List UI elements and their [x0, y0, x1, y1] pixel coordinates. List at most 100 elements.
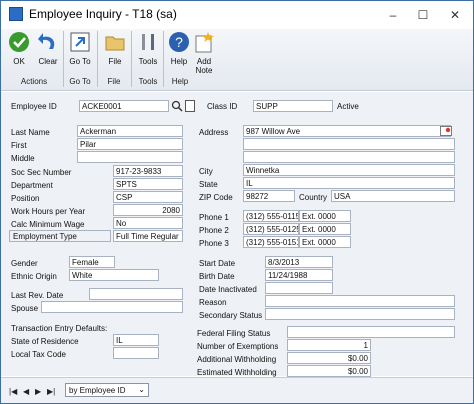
form-content: Employee ID ACKE0001 Class ID SUPP Activ… — [1, 92, 473, 377]
tools-button[interactable]: Tools — [135, 31, 161, 66]
previous-record-button[interactable]: ◀ — [23, 387, 29, 396]
last-record-button[interactable]: ▶| — [47, 387, 55, 396]
birth-date-field[interactable]: 11/24/1988 — [265, 269, 333, 281]
group-file-label: File — [107, 77, 121, 86]
group-goto-label: Go To — [69, 77, 91, 86]
tools-label: Tools — [138, 57, 158, 66]
clear-button[interactable]: Clear — [35, 31, 61, 66]
title-bar: Employee Inquiry - T18 (sa) – ☐ ✕ — [1, 1, 473, 29]
window-title: Employee Inquiry - T18 (sa) — [29, 7, 177, 21]
checkmark-icon — [9, 32, 29, 52]
ethnic-origin-field[interactable]: White — [69, 269, 159, 281]
first-name-field[interactable]: Pilar — [77, 138, 183, 150]
state-field[interactable]: IL — [243, 177, 455, 189]
phone1-label: Phone 1 — [199, 213, 229, 222]
last-rev-date-field[interactable] — [89, 288, 183, 300]
address-line3-field[interactable] — [243, 151, 455, 163]
first-label: First — [11, 141, 27, 150]
position-field[interactable]: CSP — [113, 191, 183, 203]
ribbon-separator — [163, 31, 164, 87]
work-hours-field[interactable]: 2080 — [113, 204, 183, 216]
goto-button[interactable]: Go To — [67, 31, 93, 66]
ribbon-separator — [63, 31, 64, 87]
help-button[interactable]: ? Help — [167, 31, 191, 66]
state-label: State — [199, 180, 218, 189]
country-label: Country — [299, 193, 328, 202]
address-map-icon[interactable] — [440, 126, 452, 136]
employment-type-label[interactable]: Employment Type — [9, 230, 111, 242]
estimated-withholding-field[interactable]: $0.00 — [287, 365, 371, 377]
undo-arrow-icon — [38, 33, 55, 49]
calc-min-wage-field[interactable]: No — [113, 217, 183, 229]
ssn-field[interactable]: 917-23-9833 — [113, 165, 183, 177]
help-label: Help — [170, 57, 188, 66]
address-label: Address — [199, 128, 229, 137]
exemptions-field[interactable]: 1 — [287, 339, 371, 351]
group-actions-label: Actions — [20, 77, 48, 86]
city-label: City — [199, 167, 213, 176]
maximize-button[interactable]: ☐ — [409, 5, 437, 25]
status-text: Active — [337, 102, 359, 111]
note-icon[interactable] — [185, 100, 195, 112]
sort-by-value: by Employee ID — [69, 386, 126, 395]
address-line2-field[interactable] — [243, 138, 455, 150]
federal-filing-field[interactable] — [287, 326, 455, 338]
secondary-status-label: Secondary Status — [199, 311, 263, 320]
start-date-field[interactable]: 8/3/2013 — [265, 256, 333, 268]
file-button[interactable]: File — [103, 31, 127, 66]
wrench-icon — [142, 34, 154, 50]
phone3-field[interactable]: (312) 555-0151 — [243, 236, 299, 248]
ok-label: OK — [13, 57, 25, 66]
gender-field[interactable]: Female — [69, 256, 115, 268]
phone2-ext-field[interactable]: Ext. 0000 — [299, 223, 351, 235]
employee-id-label: Employee ID — [11, 102, 57, 111]
folder-icon — [105, 36, 125, 51]
department-field[interactable]: SPTS — [113, 178, 183, 190]
ribbon-separator — [131, 31, 132, 87]
exemptions-label: Number of Exemptions — [197, 342, 279, 351]
ethnic-origin-label: Ethnic Origin — [11, 272, 57, 281]
minimize-button[interactable]: – — [379, 5, 407, 25]
additional-withholding-label: Additional Withholding — [197, 355, 277, 364]
sort-by-select[interactable]: by Employee ID ⌄ — [65, 383, 149, 397]
employment-type-field[interactable]: Full Time Regular — [113, 230, 183, 242]
lookup-icon[interactable] — [171, 100, 183, 112]
address-line1-field[interactable]: 987 Willow Ave — [243, 125, 451, 137]
help-question-icon: ? — [169, 32, 189, 52]
ok-button[interactable]: OK — [7, 31, 31, 66]
country-field[interactable]: USA — [331, 190, 455, 202]
phone3-label: Phone 3 — [199, 239, 229, 248]
next-record-button[interactable]: ▶ — [35, 387, 41, 396]
employee-id-field[interactable]: ACKE0001 — [79, 100, 169, 112]
add-note-button[interactable]: Add Note — [191, 31, 217, 75]
phone2-field[interactable]: (312) 555-0125 — [243, 223, 299, 235]
secondary-status-field[interactable] — [265, 308, 455, 320]
zip-code-label: ZIP Code — [199, 193, 233, 202]
birth-date-label: Birth Date — [199, 272, 235, 281]
middle-name-field[interactable] — [77, 151, 183, 163]
svg-text:?: ? — [175, 34, 183, 50]
date-inactivated-field[interactable] — [265, 282, 333, 294]
browse-bar: |◀ ◀ ▶ ▶| by Employee ID ⌄ — [1, 377, 473, 403]
additional-withholding-field[interactable]: $0.00 — [287, 352, 371, 364]
local-tax-code-label: Local Tax Code — [11, 350, 66, 359]
phone3-ext-field[interactable]: Ext. 0000 — [299, 236, 351, 248]
city-field[interactable]: Winnetka — [243, 164, 455, 176]
first-record-button[interactable]: |◀ — [9, 387, 17, 396]
goto-label: Go To — [69, 57, 91, 66]
department-label: Department — [11, 181, 53, 190]
group-help-label: Help — [171, 77, 189, 86]
state-residence-field[interactable]: IL — [113, 334, 159, 346]
zip-code-field[interactable]: 98272 — [243, 190, 295, 202]
phone1-field[interactable]: (312) 555-0115 — [243, 210, 299, 222]
federal-filing-label: Federal Filing Status — [197, 329, 271, 338]
phone1-ext-field[interactable]: Ext. 0000 — [299, 210, 351, 222]
last-name-field[interactable]: Ackerman — [77, 125, 183, 137]
spouse-field[interactable] — [41, 301, 183, 313]
class-id-field[interactable]: SUPP — [253, 100, 333, 112]
local-tax-code-field[interactable] — [113, 347, 159, 359]
ssn-label: Soc Sec Number — [11, 168, 72, 177]
reason-field[interactable] — [265, 295, 455, 307]
close-button[interactable]: ✕ — [441, 5, 469, 25]
reason-label: Reason — [199, 298, 227, 307]
